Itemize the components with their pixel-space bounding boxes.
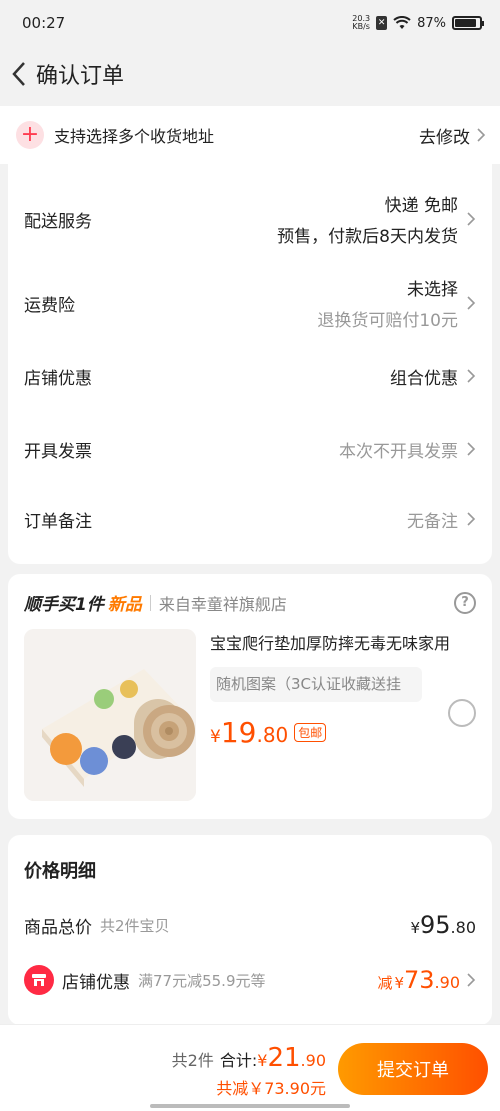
goods-total-label: 商品总价 — [24, 917, 92, 938]
address-hint: 支持选择多个收货地址 — [54, 127, 215, 146]
chevron-right-icon — [467, 296, 476, 310]
sim-icon: ✕ — [376, 16, 388, 30]
order-settings-card: 配送服务 快递 免邮 预售，付款后8天内发货 运费险 未选择 退换货可赔付10元… — [8, 164, 492, 564]
checkout-bar: 共2件 合计: ¥ 21 .90 共减￥73.90元 提交订单 — [0, 1024, 500, 1111]
total-saved: 共减￥73.90元 — [216, 1079, 326, 1098]
note-value: 无备注 — [407, 511, 458, 532]
status-bar: 00:27 20.3 KB/s ✕ 87% — [0, 0, 500, 46]
total-amount: 21 — [267, 1043, 301, 1073]
goods-total-row: 商品总价 共2件宝贝 ¥ 95 .80 — [24, 911, 476, 939]
nav-bar: 确认订单 — [0, 46, 500, 102]
addon-deal-card: 顺手买1件 新品 来自幸童祥旗舰店 ? 宝宝爬行垫加厚防摔无毒无味家用 随机图案… — [8, 574, 492, 819]
insurance-row[interactable]: 运费险 未选择 退换货可赔付10元 — [8, 268, 492, 338]
goods-total-amount: ¥ 95 .80 — [410, 911, 476, 939]
delivery-time: 预售，付款后8天内发货 — [277, 227, 458, 247]
shop-discount-rule: 满77元减55.9元等 — [138, 971, 266, 990]
goods-count: 共2件宝贝 — [100, 916, 170, 935]
battery-percent: 87% — [417, 15, 446, 31]
delivery-method: 快递 免邮 — [384, 196, 458, 216]
invoice-label: 开具发票 — [24, 441, 92, 462]
delivery-row[interactable]: 配送服务 快递 免邮 预售，付款后8天内发货 — [8, 170, 492, 268]
divider — [149, 594, 151, 611]
help-icon[interactable]: ? — [454, 591, 476, 614]
chevron-right-icon — [467, 973, 476, 987]
shop-discount-amount: 减 ¥ 73 .90 — [377, 966, 460, 994]
select-radio[interactable] — [448, 699, 476, 727]
free-shipping-badge: 包邮 — [294, 723, 327, 742]
insurance-desc: 退换货可赔付10元 — [317, 311, 458, 331]
deal-title: 顺手买1件 — [24, 595, 104, 615]
chevron-right-icon — [467, 212, 476, 226]
shop-discount-detail-row[interactable]: 店铺优惠 满77元减55.9元等 减 ¥ 73 .90 — [24, 965, 476, 995]
shop-discount-row[interactable]: 店铺优惠 组合优惠 — [8, 338, 492, 414]
insurance-status: 未选择 — [407, 280, 458, 300]
shop-discount-label: 店铺优惠 — [24, 368, 92, 389]
note-label: 订单备注 — [24, 511, 92, 532]
play-mat-image — [24, 629, 196, 801]
note-row[interactable]: 订单备注 无备注 — [8, 484, 492, 554]
insurance-label: 运费险 — [24, 295, 75, 316]
network-speed: 20.3 KB/s — [352, 14, 371, 31]
address-bar[interactable]: + 支持选择多个收货地址 去修改 — [0, 106, 500, 164]
chevron-right-icon — [467, 512, 476, 526]
invoice-row[interactable]: 开具发票 本次不开具发票 — [8, 414, 492, 484]
delivery-label: 配送服务 — [24, 211, 92, 232]
status-icons: 20.3 KB/s ✕ 87% — [352, 14, 484, 31]
deal-new-tag: 新品 — [107, 595, 142, 615]
shop-discount-value: 组合优惠 — [390, 368, 458, 389]
address-edit-button[interactable]: 去修改 — [419, 123, 486, 148]
chevron-left-icon — [12, 62, 25, 86]
store-icon — [24, 965, 54, 995]
product-name[interactable]: 宝宝爬行垫加厚防摔无毒无味家用 — [210, 629, 476, 659]
chevron-right-icon — [477, 128, 486, 142]
address-edit-label: 去修改 — [419, 127, 470, 148]
battery-icon — [452, 16, 484, 30]
shop-discount-detail-label: 店铺优惠 — [62, 972, 130, 993]
status-time: 00:27 — [22, 14, 66, 32]
item-count: 共2件 — [171, 1051, 214, 1070]
wifi-icon — [393, 16, 411, 29]
total-label: 合计: — [219, 1051, 258, 1070]
page-title: 确认订单 — [36, 64, 125, 89]
plus-icon: + — [16, 121, 44, 149]
product-price: ¥ 19 .80 包邮 — [210, 716, 476, 749]
submit-order-button[interactable]: 提交订单 — [338, 1043, 488, 1095]
price-detail-card: 价格明细 商品总价 共2件宝贝 ¥ 95 .80 店铺优惠 满77元减55.9元… — [8, 835, 492, 1025]
chevron-right-icon — [467, 369, 476, 383]
product-spec[interactable]: 随机图案（3C认证收藏送挂 — [210, 667, 422, 702]
back-button[interactable] — [6, 54, 32, 94]
home-indicator[interactable] — [150, 1104, 350, 1108]
invoice-value: 本次不开具发票 — [339, 441, 458, 462]
deal-store-name: 来自幸童祥旗舰店 — [158, 594, 287, 614]
chevron-right-icon — [467, 442, 476, 456]
product-image[interactable] — [24, 629, 196, 801]
price-detail-title: 价格明细 — [24, 861, 96, 882]
